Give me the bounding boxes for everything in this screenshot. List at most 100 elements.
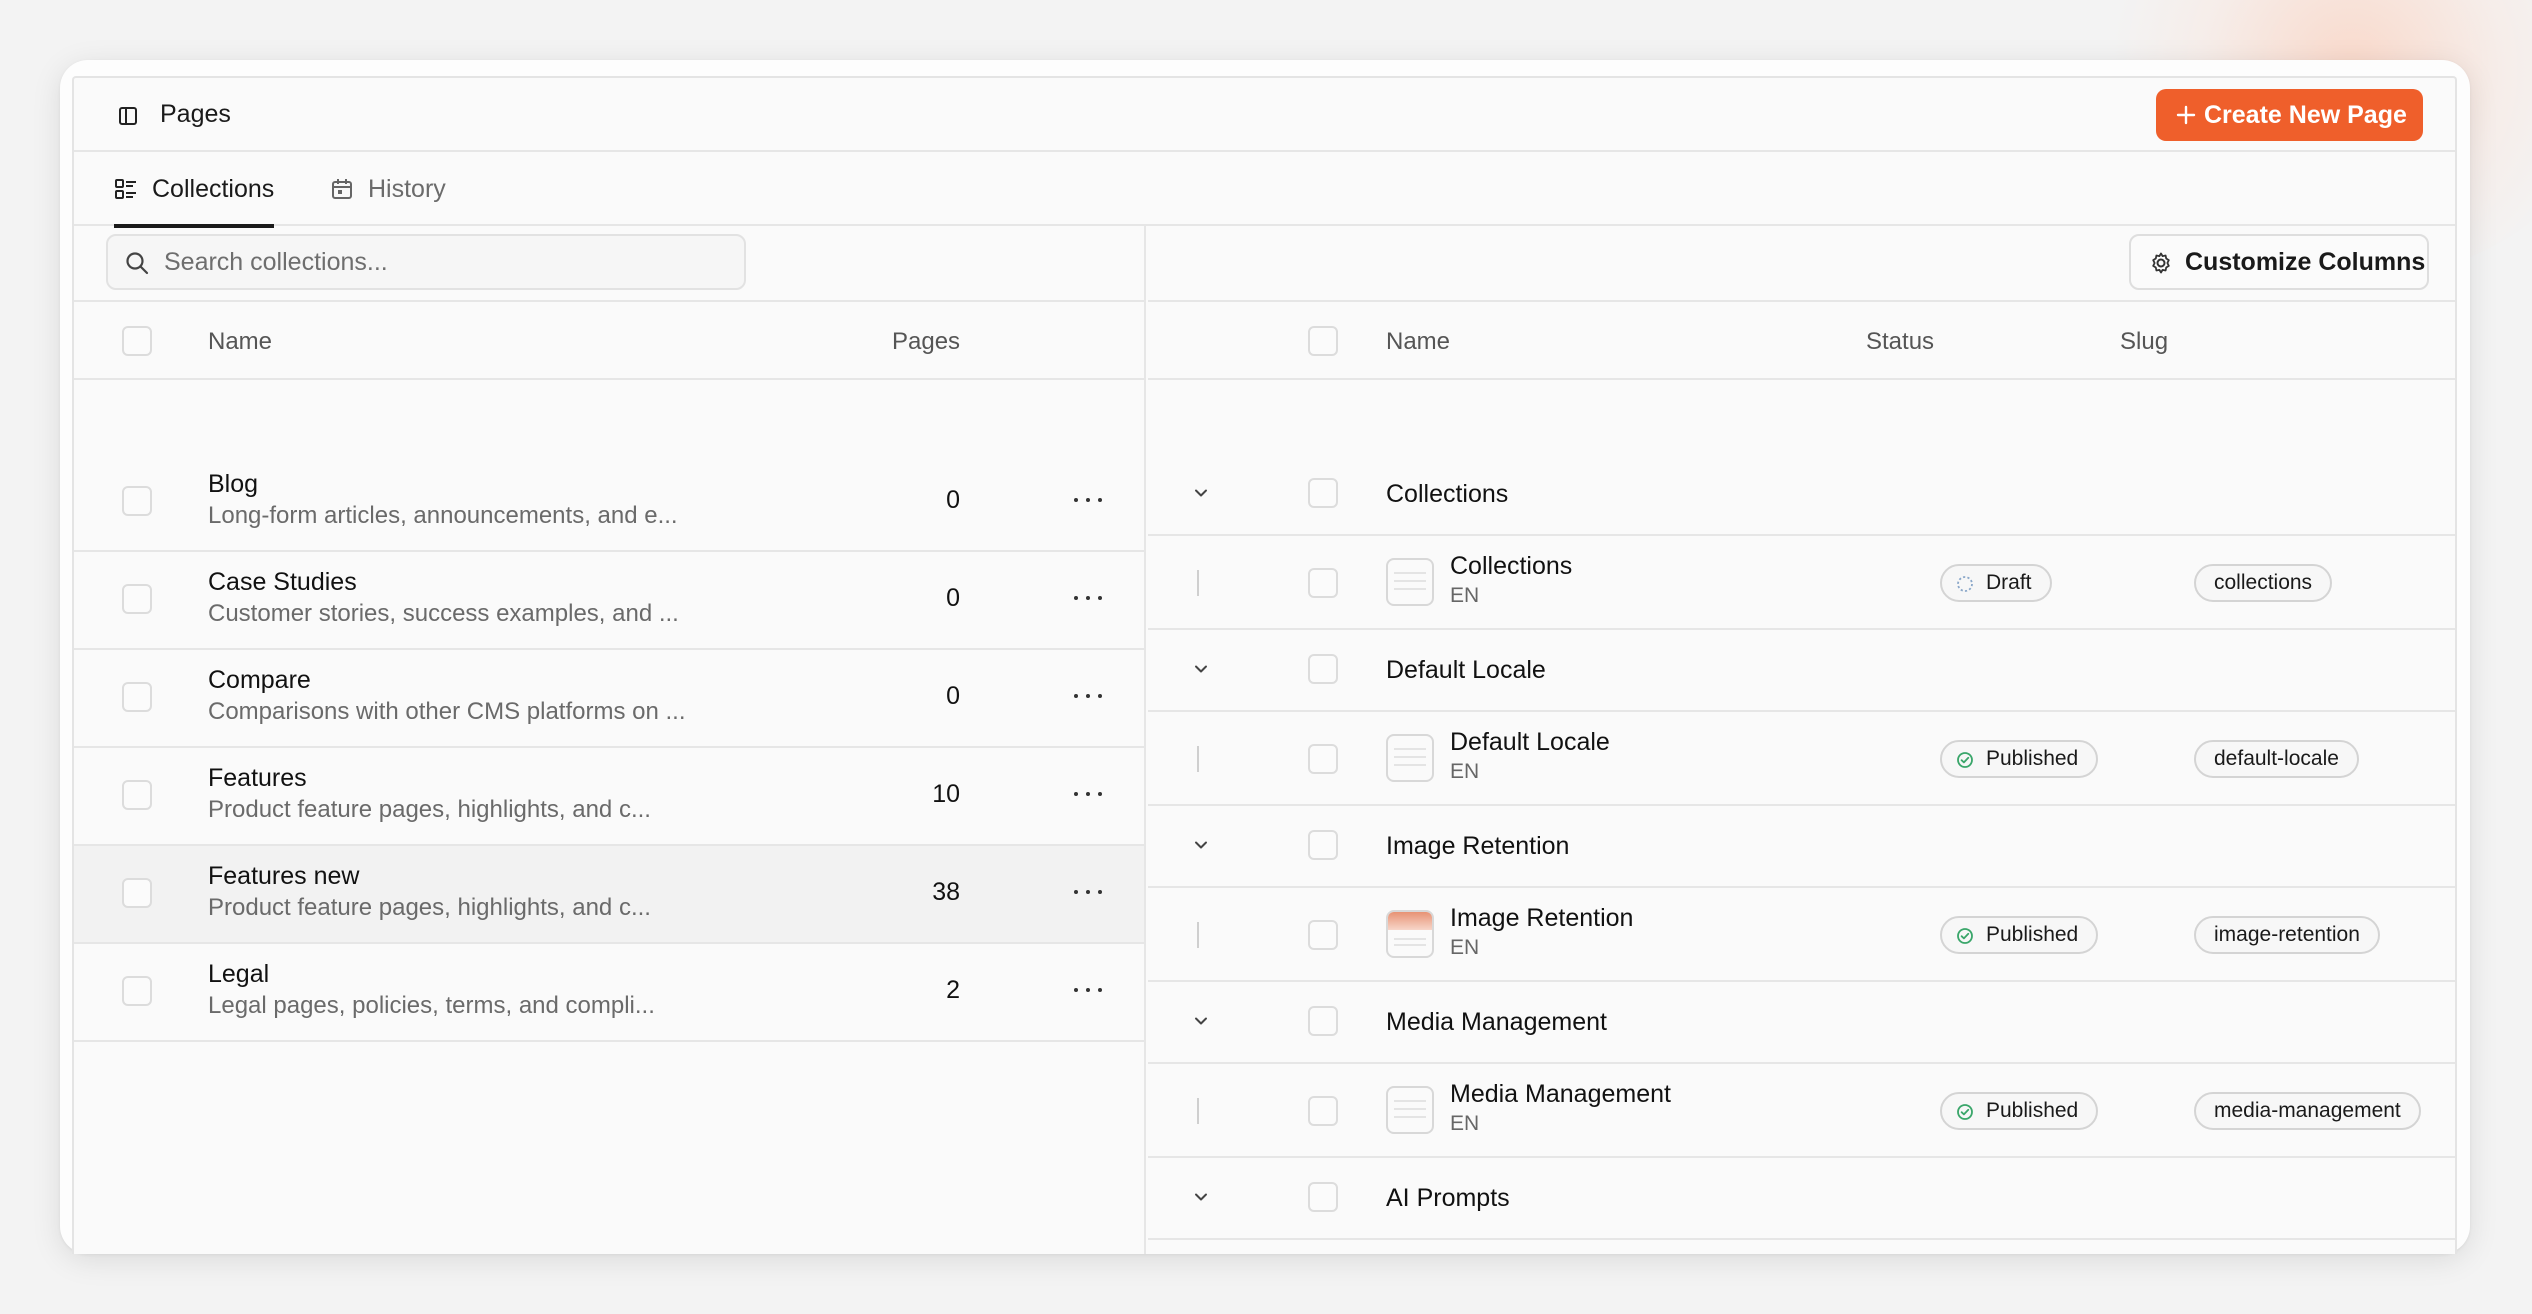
column-header-page-name[interactable]: Name — [1386, 328, 1450, 356]
search-box[interactable] — [106, 234, 746, 290]
group-checkbox[interactable] — [1308, 1182, 1338, 1212]
column-header-name[interactable]: Name — [208, 328, 272, 356]
app-window: Pages Create New Page Collections Histor… — [72, 76, 2457, 1254]
collection-description: Long-form articles, announcements, and e… — [208, 502, 678, 529]
page-locale: EN — [1450, 936, 1480, 959]
group-row[interactable]: Image Retention — [1148, 806, 2455, 888]
group-checkbox[interactable] — [1308, 478, 1338, 508]
group-checkbox[interactable] — [1308, 830, 1338, 860]
status-label: Published — [1986, 747, 2079, 770]
more-horizontal-icon[interactable] — [1074, 782, 1102, 806]
slug-label: default-locale — [2214, 747, 2339, 770]
collection-row[interactable]: Compare Comparisons with other CMS platfo… — [74, 650, 1144, 748]
sidebar-toggle-icon[interactable] — [118, 106, 138, 126]
search-input[interactable] — [164, 236, 734, 288]
more-horizontal-icon[interactable] — [1074, 488, 1102, 512]
group-row[interactable]: Default Locale — [1148, 630, 2455, 712]
chevron-down-icon[interactable] — [1190, 1186, 1212, 1208]
collection-name: Case Studies — [208, 568, 357, 596]
select-all-pages-checkbox[interactable] — [1308, 326, 1338, 356]
slug-label: media-management — [2214, 1099, 2401, 1122]
collection-description: Comparisons with other CMS platforms on … — [208, 698, 686, 725]
collection-page-count: 2 — [946, 976, 960, 1004]
status-badge: Draft — [1940, 564, 2052, 602]
check-circle-icon — [1957, 752, 1973, 768]
page-checkbox[interactable] — [1308, 568, 1338, 598]
collection-row[interactable]: Blog Long-form articles, announcements, a… — [74, 454, 1144, 552]
page-row[interactable]: AI PromptsENPublishedai-promptsN — [1148, 1240, 2455, 1254]
row-checkbox[interactable] — [122, 976, 152, 1006]
chevron-down-icon[interactable] — [1190, 658, 1212, 680]
column-header-pages[interactable]: Pages — [892, 328, 960, 356]
row-checkbox[interactable] — [122, 486, 152, 516]
chevron-down-icon[interactable] — [1190, 1010, 1212, 1032]
page-name[interactable]: Collections — [1450, 552, 1572, 581]
collection-page-count: 0 — [946, 584, 960, 612]
row-checkbox[interactable] — [122, 682, 152, 712]
customize-columns-label: Customize Columns — [2185, 247, 2426, 276]
page-name[interactable]: Image Retention — [1450, 904, 1633, 933]
tab-bar: Collections History — [74, 152, 2455, 228]
select-all-checkbox[interactable] — [122, 326, 152, 356]
group-checkbox[interactable] — [1308, 654, 1338, 684]
page-title: Pages — [160, 100, 231, 128]
collection-description: Product feature pages, highlights, and c… — [208, 894, 651, 921]
check-circle-icon — [1957, 1104, 1973, 1120]
row-checkbox[interactable] — [122, 878, 152, 908]
slug-badge: image-retention — [2194, 916, 2380, 954]
status-badge: Published — [1940, 916, 2099, 954]
create-new-page-button[interactable]: Create New Page — [2156, 89, 2423, 141]
calendar-icon — [332, 179, 352, 199]
more-horizontal-icon[interactable] — [1074, 978, 1102, 1002]
collection-name: Features new — [208, 862, 360, 890]
collection-row[interactable]: Features new Product feature pages, highl… — [74, 846, 1144, 944]
page-name[interactable]: Media Management — [1450, 1080, 1671, 1109]
slug-badge: default-locale — [2194, 740, 2359, 778]
customize-columns-button[interactable]: Customize Columns — [2129, 234, 2429, 290]
group-name: AI Prompts — [1386, 1184, 1510, 1212]
collection-row[interactable]: Case Studies Customer stories, success ex… — [74, 552, 1144, 650]
plus-icon — [2176, 105, 2196, 125]
tab-history-label: History — [368, 174, 446, 203]
chevron-down-icon[interactable] — [1190, 834, 1212, 856]
page-row[interactable]: Media Management EN Published media-managem… — [1148, 1064, 2455, 1158]
status-badge: Published — [1940, 740, 2099, 778]
list-icon — [115, 179, 136, 199]
page-checkbox[interactable] — [1308, 920, 1338, 950]
collection-row[interactable]: Legal Legal pages, policies, terms, and c… — [74, 944, 1144, 1042]
page-locale: EN — [1450, 584, 1480, 607]
collections-pane: Name Pages Blog Long-form articles, annou… — [74, 226, 1146, 1254]
tab-collections-label: Collections — [152, 174, 275, 203]
slug-label: image-retention — [2214, 923, 2360, 946]
page-name[interactable]: Default Locale — [1450, 728, 1610, 757]
more-horizontal-icon[interactable] — [1074, 586, 1102, 610]
column-header-slug[interactable]: Slug — [2120, 328, 2168, 356]
page-row[interactable]: Default LocaleENPublisheddefault-localeN — [1148, 712, 2455, 806]
group-row[interactable]: Media Management — [1148, 982, 2455, 1064]
tab-collections[interactable]: Collections — [114, 152, 275, 228]
page-checkbox[interactable] — [1308, 744, 1338, 774]
dashed-circle-icon — [1957, 576, 1973, 592]
page-thumbnail — [1386, 910, 1434, 958]
group-row[interactable]: Collections — [1148, 454, 2455, 536]
column-header-status[interactable]: Status — [1866, 328, 1934, 356]
tree-connector — [1197, 570, 1199, 596]
search-icon — [126, 252, 149, 275]
collection-name: Compare — [208, 666, 311, 694]
page-row[interactable]: Image Retention EN Published image-retentio… — [1148, 888, 2455, 982]
page-row[interactable]: CollectionsENDraftcollectionsN — [1148, 536, 2455, 630]
collection-row[interactable]: Features Product feature pages, highlight… — [74, 748, 1144, 846]
group-row[interactable]: AI Prompts — [1148, 1158, 2455, 1240]
chevron-down-icon[interactable] — [1190, 482, 1212, 504]
page-checkbox[interactable] — [1308, 1096, 1338, 1126]
slug-label: collections — [2214, 571, 2313, 594]
collection-description: Legal pages, policies, terms, and compli… — [208, 992, 655, 1019]
tree-connector — [1197, 746, 1199, 772]
group-checkbox[interactable] — [1308, 1006, 1338, 1036]
row-checkbox[interactable] — [122, 780, 152, 810]
group-name: Media Management — [1386, 1008, 1607, 1036]
row-checkbox[interactable] — [122, 584, 152, 614]
more-horizontal-icon[interactable] — [1074, 880, 1102, 904]
more-horizontal-icon[interactable] — [1074, 684, 1102, 708]
tab-history[interactable]: History — [330, 152, 446, 226]
